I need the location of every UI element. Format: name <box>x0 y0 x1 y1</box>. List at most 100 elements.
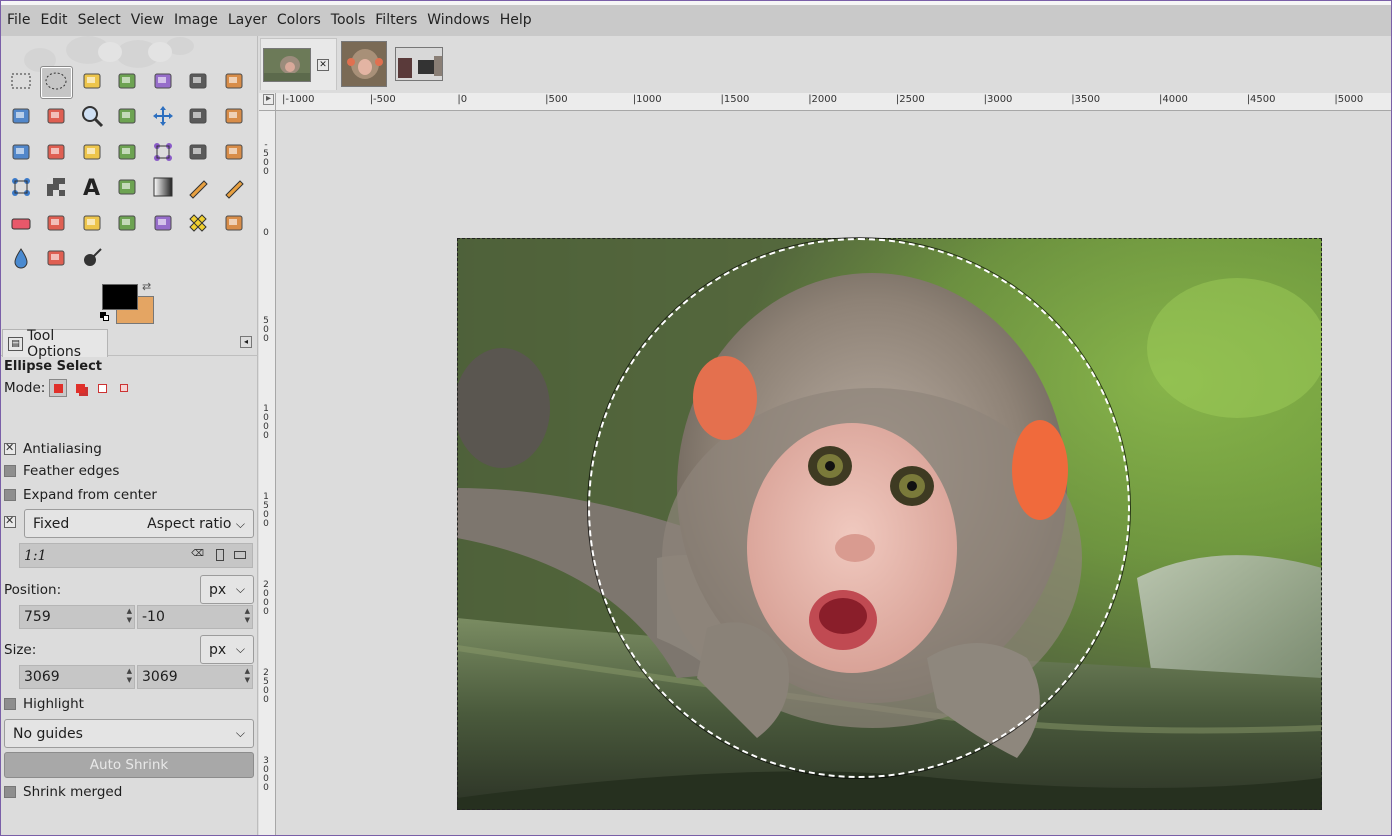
clear-ratio-icon[interactable]: ⌫ <box>191 549 204 559</box>
mode-intersect-icon[interactable] <box>115 379 133 397</box>
select-by-color-tool-button[interactable] <box>146 66 179 99</box>
mode-add-icon[interactable] <box>71 379 89 397</box>
size-height-value: 3069 <box>142 669 178 685</box>
mypaint-brush-tool-button[interactable] <box>111 208 144 241</box>
expand-from-center-checkbox[interactable] <box>4 489 16 501</box>
scale-tool-button[interactable] <box>75 137 108 170</box>
ellipse-select-tool-button[interactable] <box>39 66 73 99</box>
position-x-input[interactable]: 759 ▲ ▼ <box>19 605 135 629</box>
aspect-ratio-field[interactable]: 1:1 ⌫ <box>19 543 253 568</box>
gradient-tool-button[interactable] <box>146 173 179 206</box>
size-width-input[interactable]: 3069 ▲ ▼ <box>19 665 135 689</box>
guides-dropdown[interactable]: No guides ⌵ <box>4 719 254 748</box>
landscape-icon[interactable] <box>234 551 246 559</box>
feather-edges-checkbox[interactable] <box>4 465 16 477</box>
auto-shrink-button[interactable]: Auto Shrink <box>4 752 254 778</box>
color-picker-tool-button[interactable] <box>40 102 73 135</box>
clone-tool-button[interactable] <box>146 208 179 241</box>
measure-tool-button[interactable] <box>111 102 144 135</box>
spin-arrows-icon[interactable]: ▲ ▼ <box>245 667 250 685</box>
antialiasing-row[interactable]: Antialiasing <box>4 441 102 457</box>
fuzzy-select-tool-button[interactable] <box>111 66 144 99</box>
image-tab-street[interactable] <box>393 38 445 90</box>
fixed-aspect-dropdown[interactable]: Fixed Aspect ratio ⌵ <box>24 509 254 538</box>
size-height-input[interactable]: 3069 ▲ ▼ <box>137 665 253 689</box>
image-tab-monkey-2[interactable] <box>339 38 389 90</box>
blur-sharpen-tool-button[interactable] <box>4 244 37 277</box>
paths-tool-button[interactable] <box>4 102 37 135</box>
tab-tool-options[interactable]: ▤ Tool Options <box>2 328 108 360</box>
mode-replace-icon[interactable] <box>49 379 68 397</box>
shrink-merged-checkbox[interactable] <box>4 786 16 798</box>
mode-subtract-icon[interactable] <box>93 379 111 397</box>
menu-help[interactable]: Help <box>495 5 537 36</box>
feather-edges-row[interactable]: Feather edges <box>4 463 119 479</box>
zoom-tool-button[interactable] <box>75 102 108 135</box>
eraser-tool-button[interactable] <box>4 208 37 241</box>
menu-tools[interactable]: Tools <box>326 5 371 36</box>
cage-transform-icon <box>151 140 175 168</box>
ruler-corner-button[interactable] <box>259 93 276 111</box>
horizontal-ruler[interactable]: |-1000 |-500 |0 |500 |1000 |1500 |2000 |2500 |30… <box>276 93 1392 111</box>
reset-colors-icon[interactable] <box>100 312 110 322</box>
shrink-merged-label: Shrink merged <box>23 784 123 800</box>
menu-filters[interactable]: Filters <box>370 5 422 36</box>
vertical-ruler[interactable]: -500 0 500 1000 1500 2000 2500 3000 <box>259 111 276 836</box>
position-unit-dropdown[interactable]: px ⌵ <box>200 575 254 604</box>
fixed-checkbox-row[interactable] <box>4 514 23 528</box>
size-unit-dropdown[interactable]: px ⌵ <box>200 635 254 664</box>
text-tool-button[interactable]: A <box>75 173 108 206</box>
bucket-fill-tool-button[interactable] <box>111 173 144 206</box>
pencil-tool-button[interactable] <box>182 173 215 206</box>
airbrush-tool-button[interactable] <box>40 208 73 241</box>
menu-view[interactable]: View <box>126 5 169 36</box>
flip-tool-button[interactable] <box>217 137 250 170</box>
menu-edit[interactable]: Edit <box>35 5 72 36</box>
color-picker-icon <box>44 104 68 132</box>
close-tab-icon[interactable]: ✕ <box>317 58 329 71</box>
foreground-color-swatch[interactable] <box>102 284 138 310</box>
warp-transform-tool-button[interactable] <box>4 173 37 206</box>
menu-colors[interactable]: Colors <box>272 5 326 36</box>
highlight-checkbox[interactable] <box>4 698 16 710</box>
rotate-tool-button[interactable] <box>40 137 73 170</box>
portrait-icon[interactable] <box>216 549 224 561</box>
spin-arrows-icon[interactable]: ▲ ▼ <box>127 607 132 625</box>
menu-windows[interactable]: Windows <box>422 5 495 36</box>
perspective-tool-button[interactable] <box>182 137 215 170</box>
smudge-tool-button[interactable] <box>40 244 73 277</box>
cage-transform-tool-button[interactable] <box>146 137 179 170</box>
free-select-tool-button[interactable] <box>75 66 108 99</box>
shrink-merged-row[interactable]: Shrink merged <box>4 784 122 800</box>
spin-arrows-icon[interactable]: ▲ ▼ <box>127 667 132 685</box>
heal-tool-button[interactable] <box>182 208 215 241</box>
perspective-clone-tool-button[interactable] <box>217 208 250 241</box>
menu-select[interactable]: Select <box>73 5 126 36</box>
handle-transform-tool-button[interactable] <box>40 173 73 206</box>
scissors-select-tool-button[interactable] <box>182 66 215 99</box>
move-tool-button[interactable] <box>146 102 179 135</box>
alignment-tool-button[interactable] <box>182 102 215 135</box>
street-thumbnail <box>395 47 443 81</box>
dodge-burn-tool-button[interactable] <box>75 244 108 277</box>
menu-layer[interactable]: Layer <box>223 5 272 36</box>
spin-arrows-icon[interactable]: ▲ ▼ <box>245 607 250 625</box>
menu-image[interactable]: Image <box>169 5 223 36</box>
menu-file[interactable]: File <box>2 5 35 36</box>
position-y-input[interactable]: -10 ▲ ▼ <box>137 605 253 629</box>
highlight-row[interactable]: Highlight <box>4 696 84 712</box>
dock-menu-icon[interactable]: ◂ <box>240 336 252 348</box>
image-tab-monkey-1[interactable]: ✕ <box>260 38 337 90</box>
shear-tool-button[interactable] <box>111 137 144 170</box>
swap-colors-icon[interactable]: ⇄ <box>142 280 151 293</box>
crop-tool-button[interactable] <box>217 102 250 135</box>
expand-from-center-row[interactable]: Expand from center <box>4 487 157 503</box>
ink-tool-button[interactable] <box>75 208 108 241</box>
paintbrush-tool-button[interactable] <box>217 173 250 206</box>
rect-select-tool-button[interactable] <box>4 66 37 99</box>
antialiasing-checkbox[interactable] <box>4 441 16 455</box>
foreground-select-tool-button[interactable] <box>217 66 250 99</box>
image-canvas[interactable] <box>457 238 1322 810</box>
fixed-checkbox[interactable] <box>4 514 16 528</box>
unified-transform-tool-button[interactable] <box>4 137 37 170</box>
